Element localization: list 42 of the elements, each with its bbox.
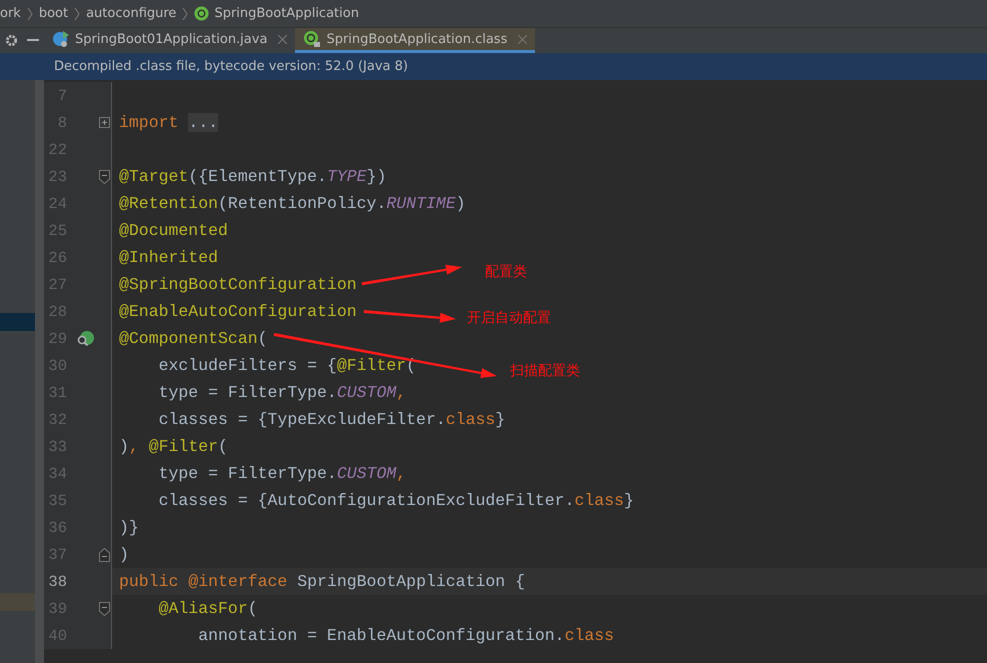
code-line: import ... (119, 113, 218, 132)
code-line: classes = {TypeExcludeFilter.class} (158, 410, 506, 429)
fold-collapse-icon[interactable] (99, 602, 110, 616)
breadcrumb[interactable]: boot (38, 6, 68, 21)
editor-tab[interactable]: SpringBoot01Application.java (44, 28, 296, 53)
code-line: ), @Filter( (119, 437, 228, 456)
code-line: public @interface SpringBootApplication { (119, 572, 525, 591)
annotation-icon (303, 30, 322, 48)
code-line: @AliasFor( (158, 599, 258, 618)
breadcrumb[interactable]: SpringBootApplication (194, 6, 359, 21)
code-line: annotation = EnableAutoConfiguration.class (197, 626, 614, 645)
chevron-icon (74, 8, 80, 20)
code-line: ) (119, 545, 129, 564)
line-number: 38 (47, 572, 67, 590)
code-line: classes = {AutoConfigurationExcludeFilter.class} (158, 491, 634, 510)
fold-collapse-icon[interactable] (99, 170, 110, 184)
code-line: @Target({ElementType.TYPE}) (119, 167, 386, 186)
chevron-icon (182, 8, 188, 20)
code-line: @EnableAutoConfiguration (119, 302, 357, 321)
class-icon (52, 30, 70, 48)
scrollbar[interactable] (35, 80, 44, 663)
settings-icon[interactable] (4, 34, 18, 47)
breadcrumb[interactable]: autoconfigure (86, 6, 176, 21)
code-line: type = FilterType.CUSTOM, (158, 464, 406, 483)
code-line: @Documented (119, 221, 228, 240)
annotation-note: 扫描配置类 (510, 362, 580, 380)
code-line: type = FilterType.CUSTOM, (158, 383, 406, 402)
editor-tab[interactable]: SpringBootApplication.class (295, 28, 536, 53)
fold-collapse-icon[interactable] (99, 548, 110, 562)
code-line: @ComponentScan( (119, 329, 268, 348)
code-line: )} (119, 518, 139, 537)
minimize-icon[interactable] (27, 39, 40, 42)
code-line: @SpringBootConfiguration (119, 275, 357, 294)
fold-expand-icon[interactable] (99, 117, 110, 128)
code-line: @Retention(RetentionPolicy.RUNTIME) (119, 194, 466, 213)
chevron-icon (26, 8, 33, 20)
breadcrumb[interactable]: ork (0, 6, 21, 21)
gutter-marker-icon[interactable] (76, 330, 94, 348)
annotation-note: 开启自动配置 (467, 309, 551, 327)
annotation-note: 配置类 (485, 263, 527, 281)
code-line: @Inherited (119, 248, 218, 267)
info-banner: Decompiled .class file, bytecode version: 52.0 (Java 8) (0, 53, 987, 80)
